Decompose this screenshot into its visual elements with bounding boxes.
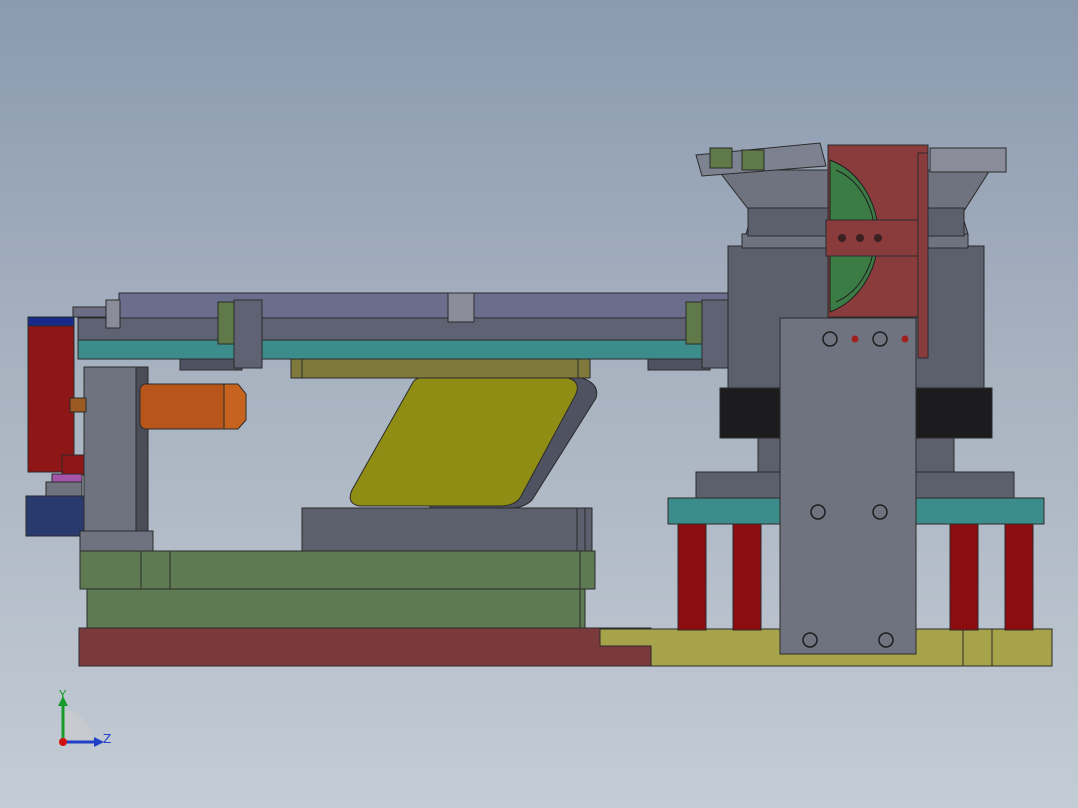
transfer-beam-lower xyxy=(77,317,781,341)
x-axis-dot xyxy=(59,738,67,746)
gripper-bracket-left xyxy=(233,299,263,369)
mechanism-assembly xyxy=(25,142,1053,667)
slider-base-block xyxy=(301,507,593,552)
teal-rail xyxy=(77,338,781,360)
rod-end xyxy=(69,397,87,413)
z-axis-label: Z xyxy=(103,732,112,746)
bowl-rim xyxy=(929,147,1007,173)
navy-block xyxy=(25,495,85,537)
red-post-1 xyxy=(677,523,707,631)
axis-triad: Y Z xyxy=(40,680,130,770)
base-plate-left xyxy=(78,627,652,667)
green-block-upper xyxy=(79,550,596,590)
red-post-3 xyxy=(949,523,979,631)
triad-graphic xyxy=(58,696,104,747)
green-block-lower xyxy=(86,588,586,629)
red-block-left xyxy=(27,319,75,473)
y-axis-label: Y xyxy=(59,688,67,702)
red-post-4 xyxy=(1004,523,1034,631)
cad-viewport[interactable]: Y Z xyxy=(0,0,1078,808)
slanted-slider xyxy=(349,377,578,507)
cylinder-support xyxy=(83,366,137,532)
gripper-bracket-right xyxy=(701,299,729,369)
mounting-plate xyxy=(779,317,917,655)
air-cylinder xyxy=(139,383,229,430)
red-post-2 xyxy=(732,523,762,631)
